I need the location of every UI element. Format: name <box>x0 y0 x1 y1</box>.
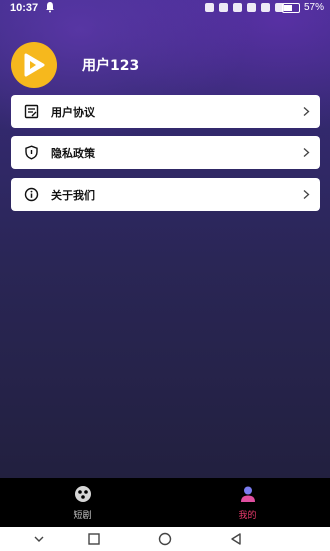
menu-item-about-us[interactable]: 关于我们 <box>11 178 320 211</box>
app-screen: 10:37 57% 用户123 用户协议 隐私政策 关于我们 <box>0 0 330 478</box>
battery-icon <box>282 3 300 13</box>
avatar[interactable] <box>11 42 57 88</box>
recents-icon[interactable] <box>87 532 101 546</box>
film-icon <box>74 486 91 502</box>
user-icon <box>240 486 255 502</box>
system-nav-bar <box>0 527 330 551</box>
alarm-icon <box>205 3 214 12</box>
home-icon[interactable] <box>158 532 172 546</box>
chevron-right-icon <box>303 190 310 199</box>
wifi-icon <box>247 3 256 12</box>
username: 用户123 <box>82 58 140 74</box>
shield-icon <box>25 145 38 160</box>
tab-mine[interactable]: 我的 <box>165 478 330 527</box>
chevron-down-icon[interactable] <box>32 532 46 546</box>
menu-item-label: 隐私政策 <box>51 147 95 160</box>
bluetooth-icon <box>219 3 228 12</box>
document-icon <box>24 104 39 119</box>
status-bar: 10:37 57% <box>0 0 330 17</box>
info-icon <box>24 187 39 202</box>
bottom-tab-bar: 短剧 我的 <box>0 478 330 527</box>
back-icon[interactable] <box>229 532 243 546</box>
menu-item-label: 用户协议 <box>51 106 95 119</box>
notification-icon <box>46 2 54 13</box>
tab-short-drama[interactable]: 短剧 <box>0 478 165 527</box>
signal-icon <box>261 3 270 12</box>
chevron-right-icon <box>303 148 310 157</box>
mute-icon <box>233 3 242 12</box>
menu-item-privacy-policy[interactable]: 隐私政策 <box>11 136 320 169</box>
status-time: 10:37 <box>10 2 39 14</box>
menu-item-label: 关于我们 <box>51 189 95 202</box>
battery-percent: 57% <box>303 2 324 13</box>
chevron-right-icon <box>303 107 310 116</box>
menu-item-user-agreement[interactable]: 用户协议 <box>11 95 320 128</box>
tab-label: 我的 <box>238 511 257 521</box>
status-icons <box>205 2 284 13</box>
play-icon <box>24 53 45 77</box>
tab-label: 短剧 <box>73 511 92 521</box>
